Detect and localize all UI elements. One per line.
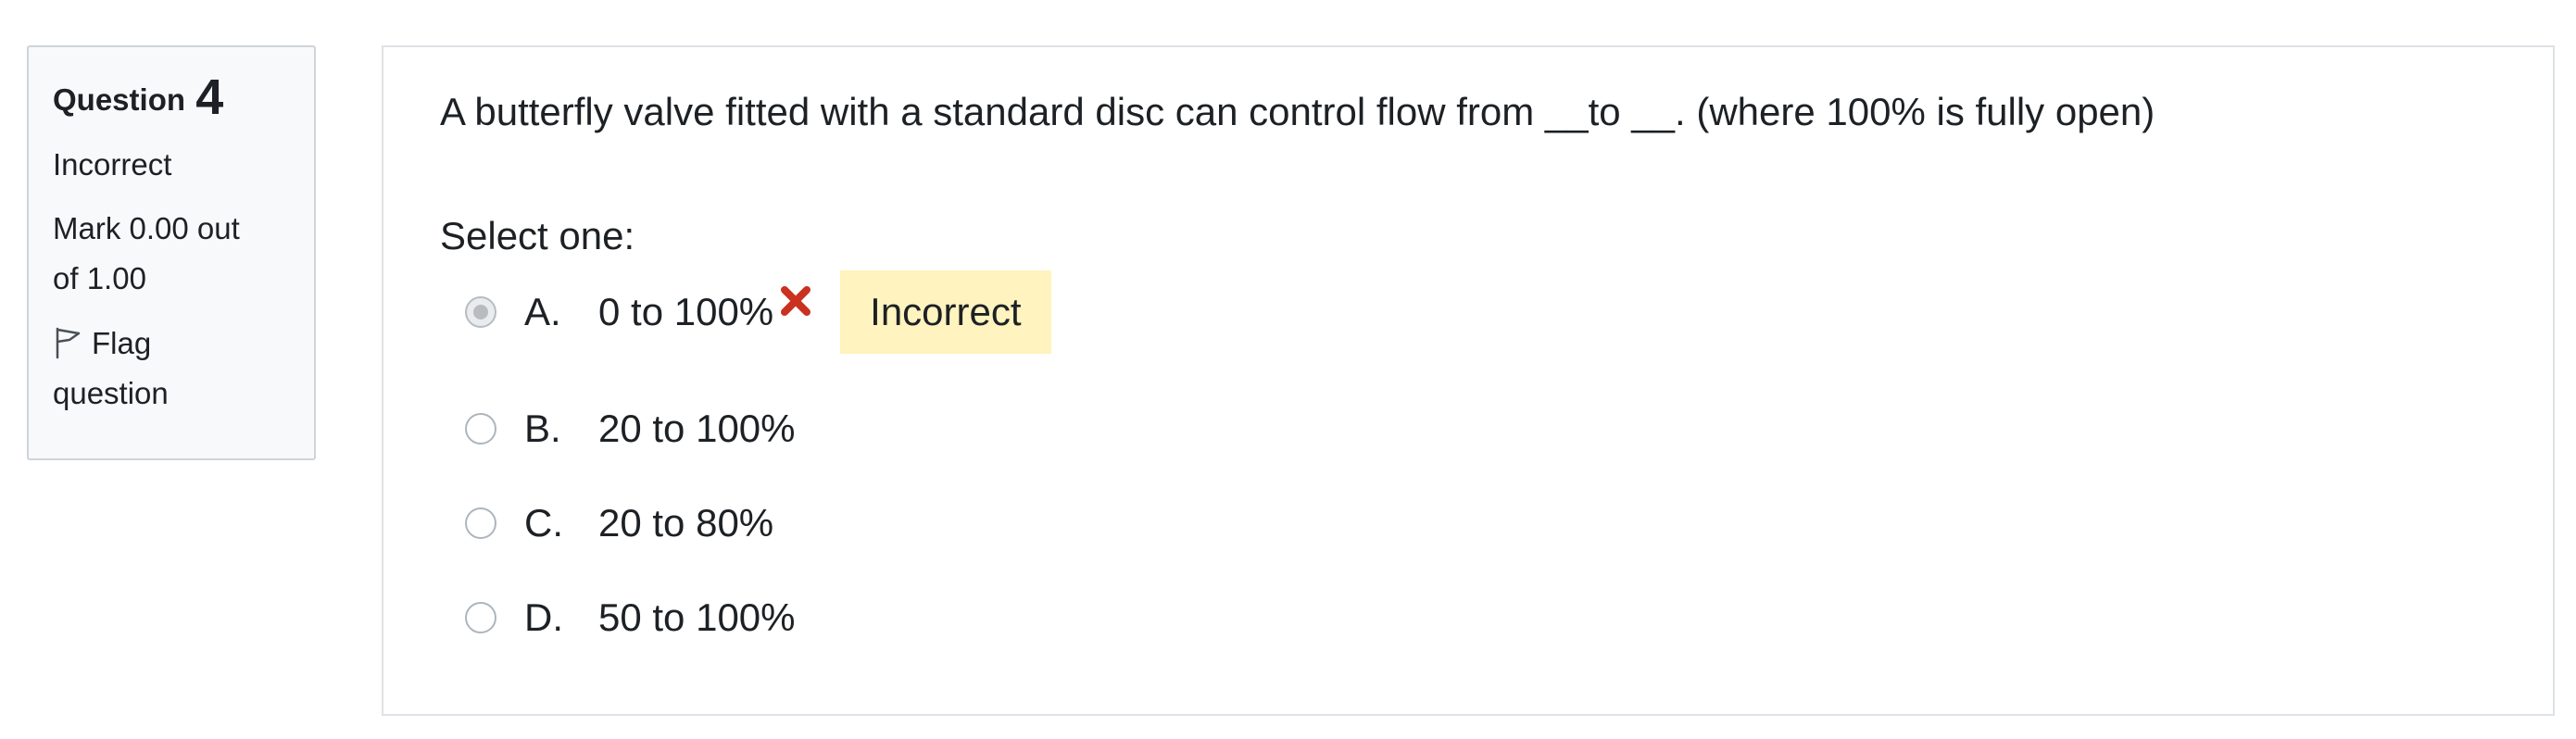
answer-letter: A. <box>524 290 561 333</box>
question-grade: Mark 0.00 out of 1.00 <box>53 204 290 304</box>
question-content-panel: A butterfly valve fitted with a standard… <box>382 45 2555 716</box>
answer-letter: D. <box>524 595 563 639</box>
question-number-heading: Question 4 <box>53 72 290 122</box>
answer-text: 0 to 100% <box>598 290 774 333</box>
answer-text: 20 to 80% <box>598 501 774 545</box>
flag-label-line-1: Flag <box>92 326 152 360</box>
answer-letter: C. <box>524 501 563 545</box>
grade-line-2: of 1.00 <box>53 261 146 295</box>
select-one-prompt: Select one: <box>440 214 635 257</box>
flag-outline-icon <box>53 324 84 359</box>
answer-radio-d[interactable] <box>465 602 496 633</box>
answer-option-b[interactable]: B. 20 to 100% <box>465 399 796 458</box>
question-text: A butterfly valve fitted with a standard… <box>440 90 2155 133</box>
answer-option-c[interactable]: C. 20 to 80% <box>465 494 773 553</box>
grade-line-1: Mark 0.00 out <box>53 211 240 245</box>
answer-radio-b[interactable] <box>465 413 496 445</box>
answer-text: 50 to 100% <box>598 595 796 639</box>
answer-option-d[interactable]: D. 50 to 100% <box>465 588 796 647</box>
question-info-panel: Question 4 Incorrect Mark 0.00 out of 1.… <box>27 45 316 460</box>
answer-text: 20 to 100% <box>598 407 796 450</box>
answer-option-a[interactable]: A. 0 to 100% Incorrect <box>465 270 1051 354</box>
question-label: Question <box>53 82 186 117</box>
answer-radio-a[interactable] <box>465 296 496 328</box>
answer-feedback-badge: Incorrect <box>840 270 1051 354</box>
flag-label-line-2: question <box>53 376 169 410</box>
answer-letter: B. <box>524 407 561 450</box>
answer-radio-c[interactable] <box>465 507 496 539</box>
flag-question-link[interactable]: Flag question <box>53 319 290 419</box>
question-state: Incorrect <box>53 147 172 182</box>
red-cross-icon <box>779 282 812 316</box>
question-number: 4 <box>195 69 224 125</box>
